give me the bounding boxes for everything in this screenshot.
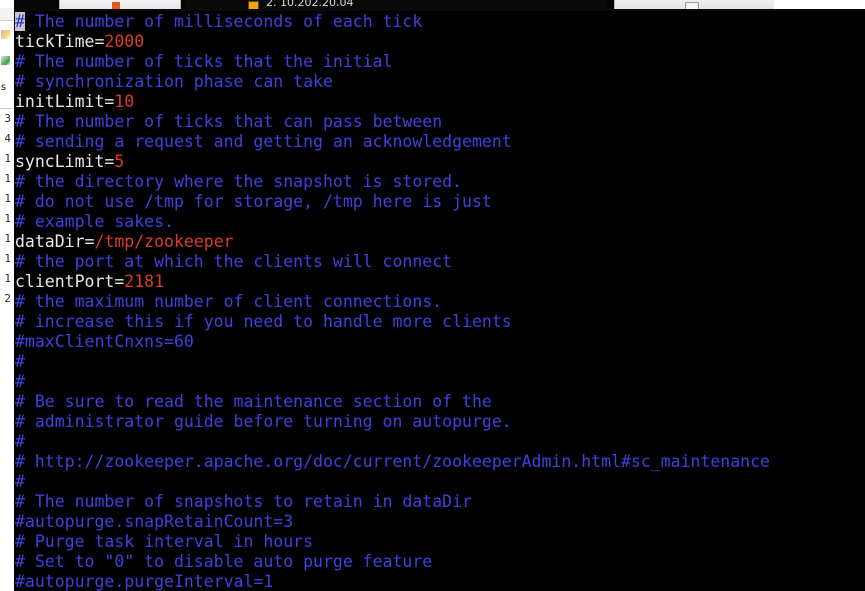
comment-text: # http://zookeeper.apache.org/doc/curren… (15, 452, 770, 471)
background-document-thumbnail-icon (1, 56, 10, 65)
background-line-number: 1 (4, 232, 11, 245)
background-line-number: 3 (4, 112, 11, 125)
comment-text: # The number of ticks that the initial (15, 52, 393, 71)
comment-text: #autopurge.snapRetainCount=3 (15, 512, 294, 531)
config-line-setting: dataDir=/tmp/zookeeper (15, 232, 865, 252)
comment-text: # (15, 352, 25, 371)
desktop-background: s 3 4 1 1 1 1 1 1 1 2 2. 10.202.20.04 # The numbe… (0, 0, 865, 591)
comment-text: # The number of snapshots to retain in d… (15, 492, 472, 511)
config-line-comment: #maxClientCnxns=60 (15, 332, 865, 352)
comment-text: # (15, 432, 25, 451)
config-line-comment: # The number of snapshots to retain in d… (15, 492, 865, 512)
comment-text: # Be sure to read the maintenance sectio… (15, 392, 492, 411)
config-line-comment: # administrator guide before turning on … (15, 412, 865, 432)
titlebar-filler (774, 0, 865, 9)
config-line-setting: syncLimit=5 (15, 152, 865, 172)
config-key: tickTime= (15, 32, 105, 51)
comment-text: # The number of ticks that can pass betw… (15, 112, 443, 131)
config-line-setting: clientPort=2181 (15, 272, 865, 292)
config-key: clientPort= (15, 272, 125, 291)
background-window-sliver[interactable]: s 3 4 1 1 1 1 1 1 1 2 (0, 8, 15, 591)
config-line-comment: # (15, 472, 865, 492)
config-line-comment: # example sakes. (15, 212, 865, 232)
config-line-comment: # (15, 352, 865, 372)
background-line-number: 4 (4, 132, 11, 145)
config-line-comment: # The number of milliseconds of each tic… (15, 12, 865, 32)
comment-text: #maxClientCnxns=60 (15, 332, 194, 351)
config-key: initLimit= (15, 92, 115, 111)
comment-text: # sending a request and getting an ackno… (15, 132, 512, 151)
config-key: syncLimit= (15, 152, 115, 171)
comment-text: # do not use /tmp for storage, /tmp here… (15, 192, 492, 211)
comment-text: # the port at which the clients will con… (15, 252, 453, 271)
config-line-comment: # Purge task interval in hours (15, 532, 865, 552)
config-line-comment: # http://zookeeper.apache.org/doc/curren… (15, 452, 865, 472)
config-line-setting: initLimit=10 (15, 92, 865, 112)
config-line-comment: # Set to "0" to disable auto purge featu… (15, 552, 865, 572)
comment-text: #autopurge.purgeInterval=1 (15, 572, 274, 591)
vim-cursor: # (15, 12, 25, 31)
config-line-comment: # do not use /tmp for storage, /tmp here… (15, 192, 865, 212)
config-value: 10 (114, 92, 135, 111)
comment-text: # Set to "0" to disable auto purge featu… (15, 552, 433, 571)
background-line-number: 1 (4, 152, 11, 165)
config-line-comment: # (15, 372, 865, 392)
config-line-comment: # (15, 432, 865, 452)
config-line-comment: # the directory where the snapshot is st… (15, 172, 865, 192)
config-value: 2000 (104, 32, 145, 51)
config-value: 5 (114, 152, 125, 171)
comment-text: # the maximum number of client connectio… (15, 292, 443, 311)
config-line-setting: tickTime=2000 (15, 32, 865, 52)
config-line-comment: # the port at which the clients will con… (15, 252, 865, 272)
comment-text: The number of milliseconds of each tick (24, 12, 423, 31)
background-image-thumbnail-icon (1, 30, 10, 39)
comment-text: # example sakes. (15, 212, 174, 231)
config-line-comment: # sending a request and getting an ackno… (15, 132, 865, 152)
background-window-toolbar (0, 8, 14, 21)
config-line-comment: #autopurge.snapRetainCount=3 (15, 512, 865, 532)
config-value: 2181 (124, 272, 165, 291)
config-key: dataDir= (15, 232, 95, 251)
config-line-comment: # synchronization phase can take (15, 72, 865, 92)
comment-text: # administrator guide before turning on … (15, 412, 512, 431)
comment-text: # synchronization phase can take (15, 72, 333, 91)
background-line-number-gutter: 3 4 1 1 1 1 1 1 1 2 (0, 109, 12, 309)
config-line-comment: # The number of ticks that the initial (15, 52, 865, 72)
background-line-number: 1 (4, 212, 11, 225)
comment-text: # (15, 372, 25, 391)
config-value: /tmp/zookeeper (94, 232, 234, 251)
background-window-label: s (1, 82, 7, 93)
terminal-window[interactable]: # The number of milliseconds of each tic… (14, 11, 865, 591)
background-line-number: 1 (4, 172, 11, 185)
background-line-number: 1 (4, 252, 11, 265)
comment-text: # increase this if you need to handle mo… (15, 312, 512, 331)
comment-text: # Purge task interval in hours (15, 532, 314, 551)
vim-text-buffer[interactable]: # The number of milliseconds of each tic… (15, 12, 865, 591)
titlebar-underline (14, 9, 865, 11)
comment-text: # (15, 472, 25, 491)
background-line-number: 1 (4, 272, 11, 285)
window-titlebar: 2. 10.202.20.04 (14, 0, 865, 11)
config-line-comment: # increase this if you need to handle mo… (15, 312, 865, 332)
config-line-comment: # the maximum number of client connectio… (15, 292, 865, 312)
config-line-comment: # The number of ticks that can pass betw… (15, 112, 865, 132)
comment-text: # the directory where the snapshot is st… (15, 172, 463, 191)
background-line-number: 1 (4, 192, 11, 205)
config-line-comment: # Be sure to read the maintenance sectio… (15, 392, 865, 412)
background-window-panel: 3 4 1 1 1 1 1 1 1 2 (0, 108, 13, 591)
background-line-number: 2 (4, 292, 11, 305)
config-line-comment: #autopurge.purgeInterval=1 (15, 572, 865, 591)
